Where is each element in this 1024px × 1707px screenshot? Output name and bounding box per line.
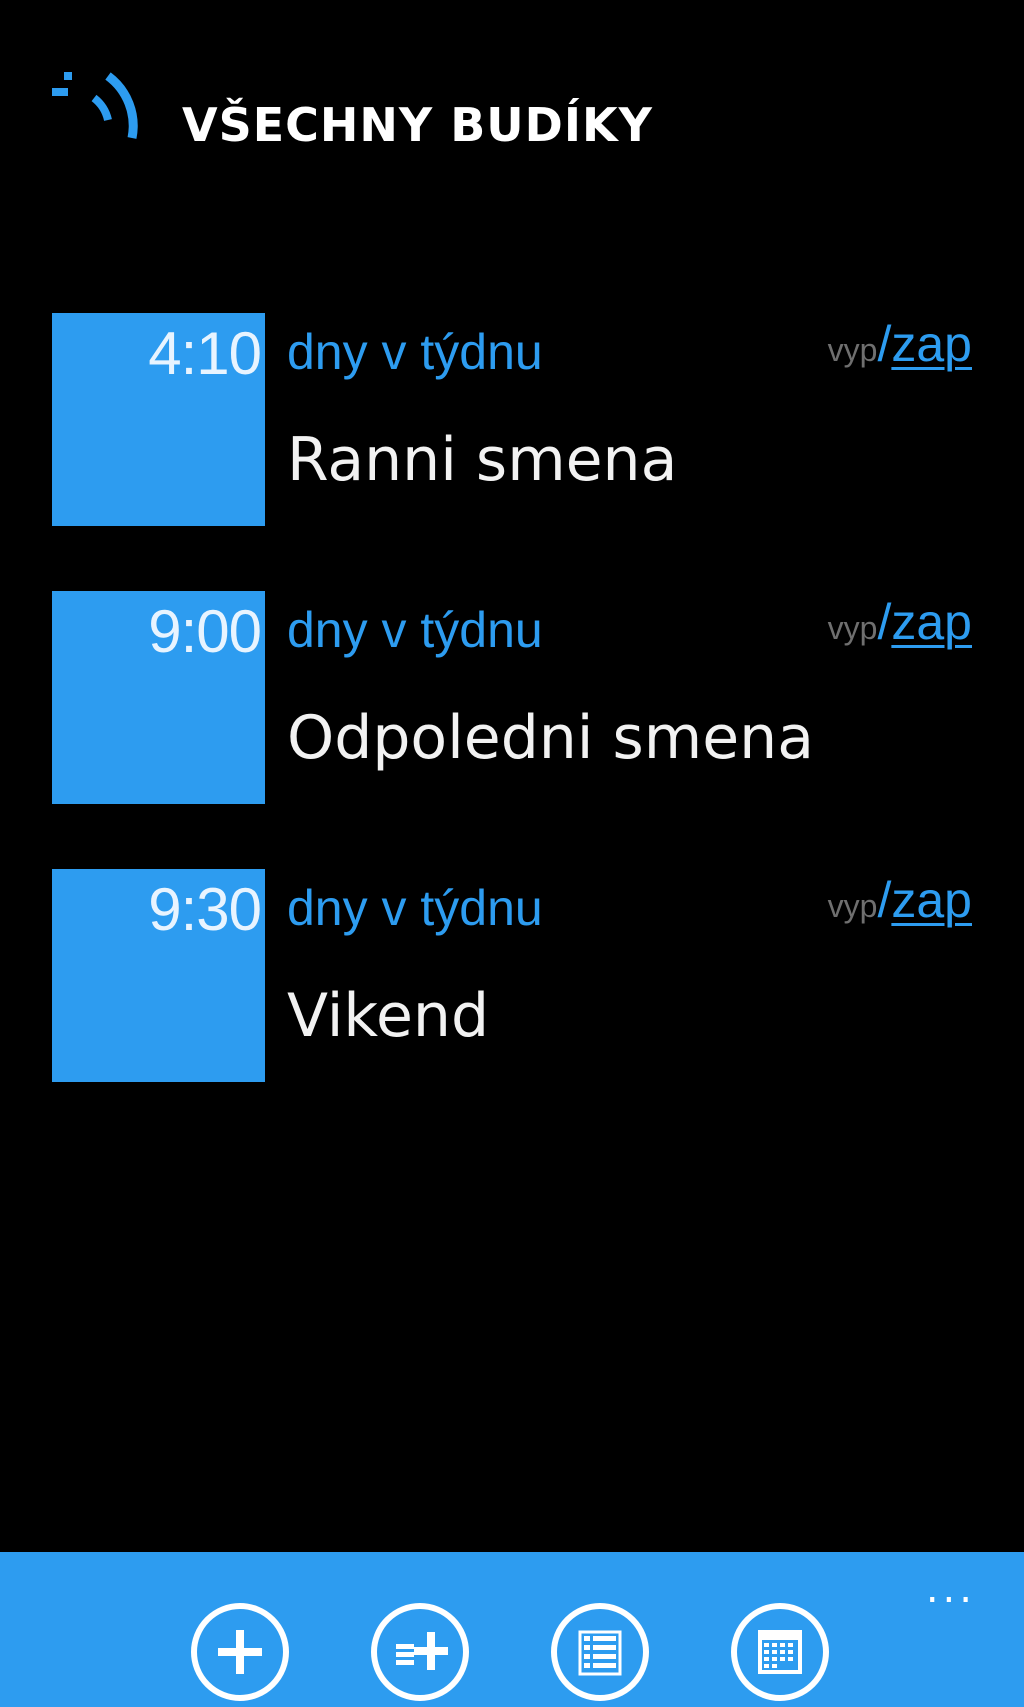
alarm-days: dny v týdnu xyxy=(287,602,543,658)
alarm-name: Odpoledni smena xyxy=(287,703,814,773)
alarm-item[interactable]: 4:10 dny v týdnu vyp/zap Ranni smena xyxy=(52,313,972,527)
alarm-item[interactable]: 9:00 dny v týdnu vyp/zap Odpoledni smena xyxy=(52,591,972,805)
alarm-logo-icon xyxy=(52,72,138,139)
alarm-toggle[interactable]: vyp/zap xyxy=(828,871,972,929)
add-list-icon[interactable] xyxy=(370,1602,470,1702)
toggle-off-label[interactable]: vyp xyxy=(828,332,878,368)
alarm-toggle[interactable]: vyp/zap xyxy=(828,593,972,651)
list-icon[interactable] xyxy=(550,1602,650,1702)
more-options-icon[interactable]: ... xyxy=(926,1566,976,1612)
page-title: VŠECHNY BUDÍKY xyxy=(182,98,653,152)
app-bar: ... xyxy=(0,1552,1024,1707)
header: VŠECHNY BUDÍKY xyxy=(50,58,652,158)
toggle-on-label[interactable]: zap xyxy=(891,872,972,928)
toggle-off-label[interactable]: vyp xyxy=(828,888,878,924)
toggle-separator: / xyxy=(877,872,892,928)
alarm-time: 9:30 xyxy=(148,876,262,943)
add-icon[interactable] xyxy=(190,1602,290,1702)
alarm-days: dny v týdnu xyxy=(287,324,543,380)
toggle-on-label[interactable]: zap xyxy=(891,594,972,650)
alarm-item[interactable]: 9:30 dny v týdnu vyp/zap Vikend xyxy=(52,869,972,1083)
toggle-off-label[interactable]: vyp xyxy=(828,610,878,646)
alarm-days: dny v týdnu xyxy=(287,880,543,936)
alarm-list: 4:10 dny v týdnu vyp/zap Ranni smena 9:0… xyxy=(52,313,972,1147)
alarm-tile[interactable]: 9:00 xyxy=(52,591,265,804)
alarm-time: 9:00 xyxy=(148,598,262,665)
alarm-name: Vikend xyxy=(287,981,490,1051)
alarm-tile[interactable]: 4:10 xyxy=(52,313,265,526)
alarm-tile[interactable]: 9:30 xyxy=(52,869,265,1082)
alarm-time: 4:10 xyxy=(148,320,262,387)
toggle-separator: / xyxy=(877,316,892,372)
toggle-separator: / xyxy=(877,594,892,650)
alarm-name: Ranni smena xyxy=(287,425,678,495)
calendar-icon[interactable] xyxy=(730,1602,830,1702)
toggle-on-label[interactable]: zap xyxy=(891,316,972,372)
alarm-toggle[interactable]: vyp/zap xyxy=(828,315,972,373)
